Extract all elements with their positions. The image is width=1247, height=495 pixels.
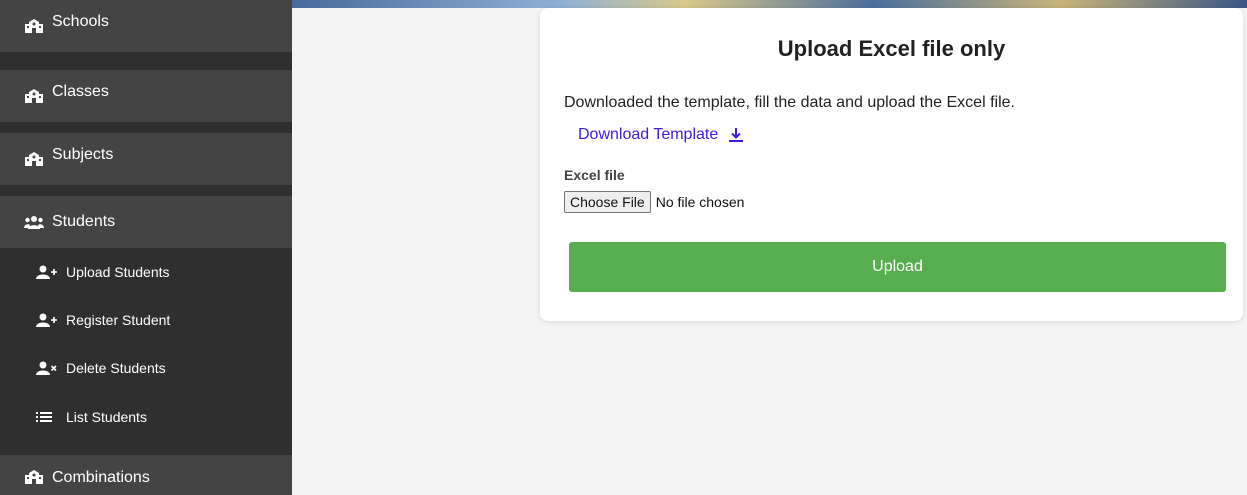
- sidebar: Schools Classes Subjects Students Upload…: [0, 0, 292, 495]
- card-title: Upload Excel file only: [777, 36, 1006, 61]
- sidebar-item-subjects[interactable]: Subjects: [0, 133, 292, 185]
- sidebar-subitem-label: Register Student: [66, 312, 171, 328]
- choose-file-button[interactable]: Choose File: [564, 191, 651, 213]
- school-icon: [24, 18, 44, 34]
- excel-file-label: Excel file: [564, 167, 625, 183]
- upload-button[interactable]: Upload: [569, 242, 1226, 292]
- sidebar-item-label: Classes: [52, 83, 109, 100]
- file-status: No file chosen: [655, 194, 745, 210]
- sidebar-subitem-list-students[interactable]: List Students: [0, 393, 292, 441]
- list-icon: [36, 410, 58, 424]
- sidebar-item-label: Subjects: [52, 146, 114, 163]
- sidebar-item-label: Students: [52, 213, 116, 230]
- sidebar-item-students[interactable]: Students: [0, 196, 292, 248]
- sidebar-subitem-upload-students[interactable]: Upload Students: [0, 248, 292, 296]
- download-template-link[interactable]: Download Template: [578, 126, 744, 144]
- school-icon: [24, 469, 44, 485]
- school-icon: [24, 88, 44, 104]
- sidebar-item-schools[interactable]: Schools: [0, 0, 292, 52]
- sidebar-subitem-label: Upload Students: [66, 264, 170, 280]
- download-template-label: Download Template: [578, 126, 719, 143]
- sidebar-subitem-register-student[interactable]: Register Student: [0, 296, 292, 344]
- sidebar-item-label: Combinations: [52, 469, 150, 486]
- sidebar-subitem-delete-students[interactable]: Delete Students: [0, 344, 292, 392]
- user-times-icon: [36, 361, 58, 375]
- sidebar-subitem-label: Delete Students: [66, 360, 166, 376]
- sidebar-subitem-label: List Students: [66, 409, 147, 425]
- user-plus-icon: [36, 265, 58, 279]
- sidebar-item-classes[interactable]: Classes: [0, 70, 292, 122]
- file-input[interactable]: Choose File No file chosen: [564, 191, 744, 213]
- sidebar-item-combinations[interactable]: Combinations: [0, 455, 292, 495]
- user-plus-icon: [36, 313, 58, 327]
- sidebar-item-label: Schools: [52, 13, 109, 30]
- download-icon: [728, 127, 744, 143]
- users-icon: [24, 214, 44, 230]
- school-icon: [24, 151, 44, 167]
- upload-card: Upload Excel file only Downloaded the te…: [540, 8, 1243, 321]
- upload-instructions: Downloaded the template, fill the data a…: [564, 94, 1015, 111]
